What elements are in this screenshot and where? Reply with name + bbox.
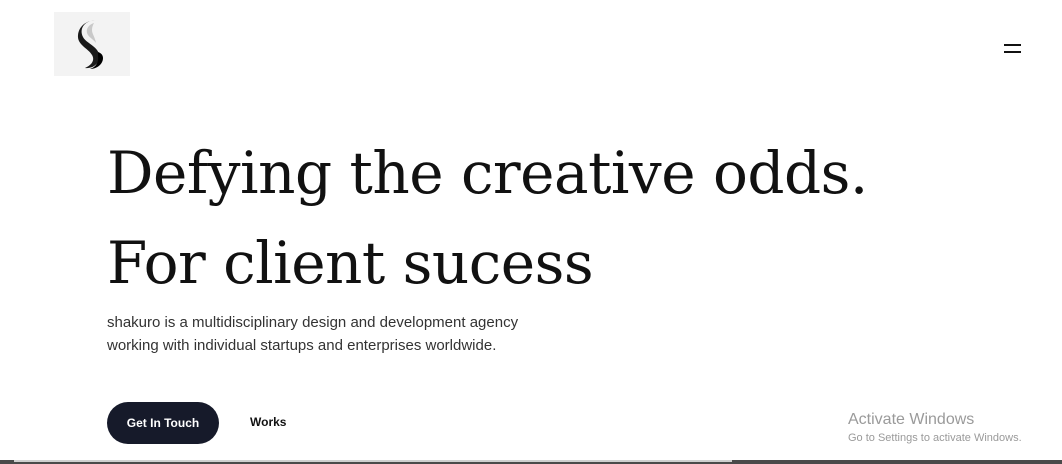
brand-logo[interactable] (54, 12, 130, 76)
hero-title: Defying the creative odds. For client su… (107, 128, 868, 308)
hero-title-line-2: For client sucess (107, 229, 594, 297)
scrollbar-thumb[interactable] (14, 460, 732, 462)
works-link[interactable]: Works (250, 415, 286, 429)
watermark-title: Activate Windows (848, 411, 975, 428)
get-in-touch-button[interactable]: Get In Touch (107, 402, 219, 444)
menu-button[interactable] (996, 36, 1028, 60)
hamburger-menu-icon (1003, 43, 1021, 46)
brand-logo-icon (77, 20, 103, 69)
hero-description-line-2: working with individual startups and ent… (107, 337, 497, 354)
activate-windows-watermark: Activate Windows Go to Settings to activ… (848, 410, 1022, 446)
watermark-subtitle: Go to Settings to activate Windows. (848, 432, 1022, 444)
horizontal-scrollbar[interactable] (0, 460, 1062, 464)
hamburger-menu-icon-bar (1003, 50, 1021, 53)
hero-title-line-1: Defying the creative odds. (107, 139, 868, 207)
hero-description-line-1: shakuro is a multidisciplinary design an… (107, 314, 519, 331)
hero-description: shakuro is a multidisciplinary design an… (107, 311, 537, 357)
